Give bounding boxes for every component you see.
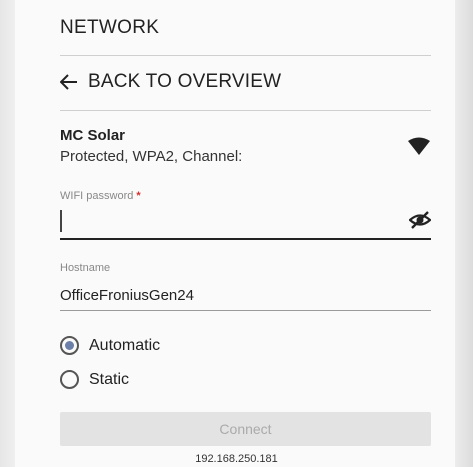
required-marker: * [136, 190, 141, 202]
radio-button-checked[interactable] [60, 336, 79, 355]
radio-static-label: Static [89, 370, 130, 388]
radio-automatic-label: Automatic [89, 336, 161, 354]
title-divider [60, 55, 431, 56]
radio-static[interactable]: Static [60, 370, 129, 389]
screen-edge-right [455, 0, 473, 467]
arrow-left-icon [60, 74, 77, 90]
network-details: Protected, WPA2, Channel: [60, 148, 243, 165]
password-underline [60, 238, 431, 240]
hostname-input[interactable] [60, 282, 431, 308]
network-name: MC Solar [60, 127, 126, 144]
eye-off-icon[interactable] [409, 210, 431, 230]
ip-address: 192.168.250.181 [195, 453, 278, 465]
hostname-label: Hostname [60, 262, 111, 274]
wifi-password-label: WIFI password * [60, 190, 141, 202]
text-caret [60, 210, 62, 232]
page-title: NETWORK [60, 17, 160, 38]
nav-divider [60, 110, 431, 111]
back-to-overview-link[interactable]: BACK TO OVERVIEW [60, 70, 281, 94]
screen-edge-left [0, 0, 15, 467]
wifi-icon [408, 137, 430, 155]
hostname-underline [60, 310, 431, 311]
back-to-overview-label: BACK TO OVERVIEW [88, 71, 282, 92]
radio-automatic[interactable]: Automatic [60, 336, 160, 355]
wifi-password-input[interactable] [60, 208, 431, 234]
radio-button-unchecked[interactable] [60, 370, 79, 389]
connect-button[interactable]: Connect [60, 412, 431, 446]
